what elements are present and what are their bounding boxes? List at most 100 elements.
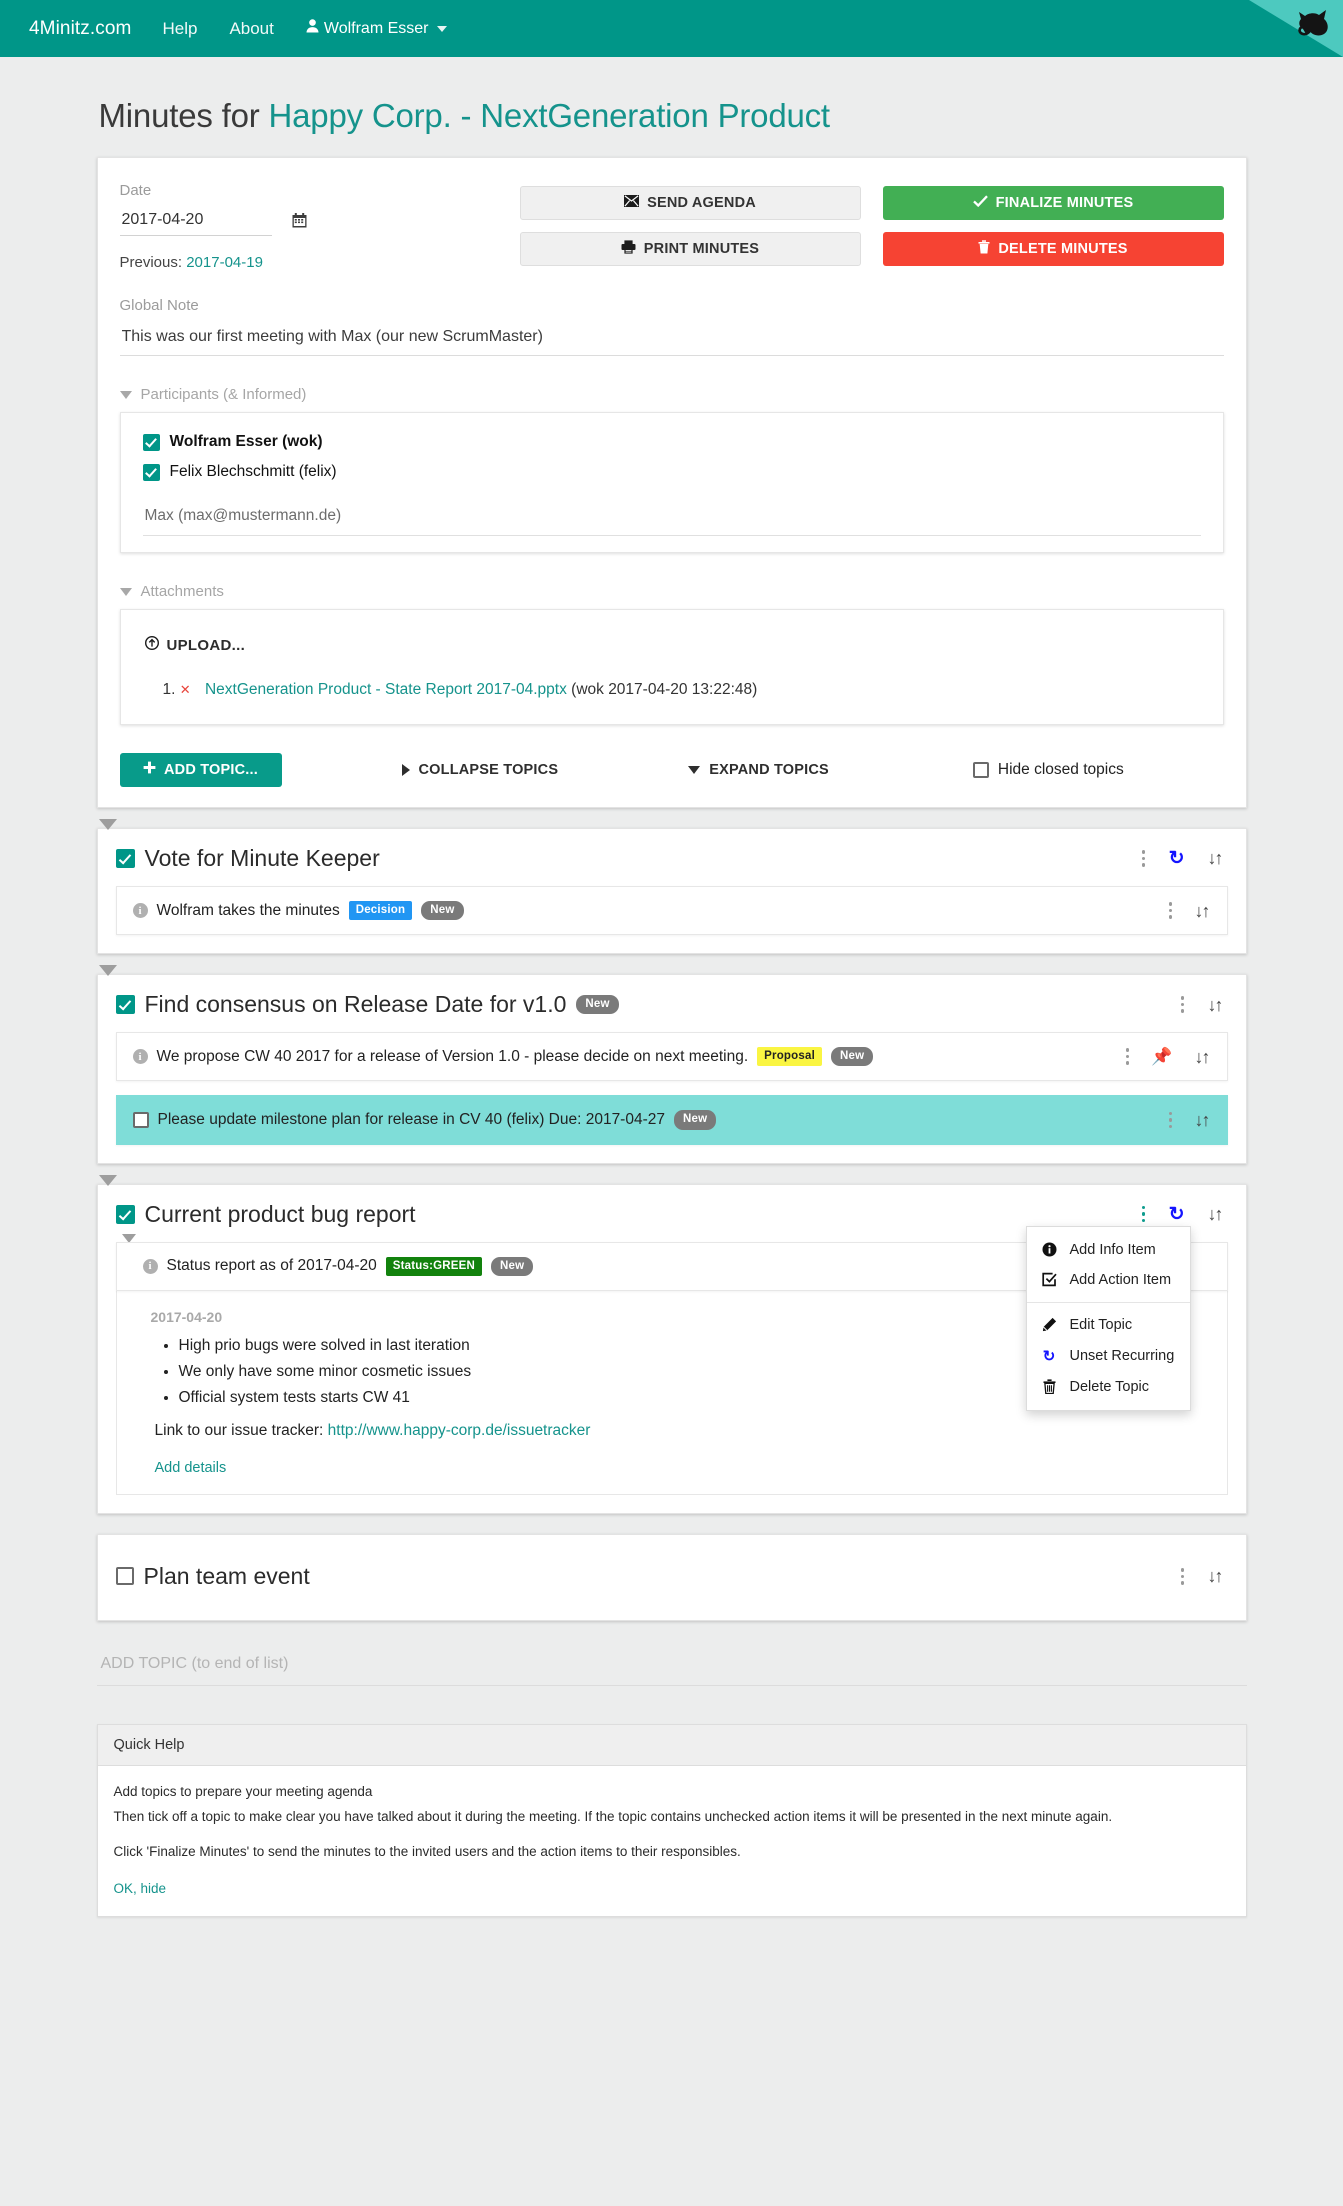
kebab-menu-icon[interactable] — [1180, 996, 1185, 1013]
attachment-filename-link[interactable]: NextGeneration Product - State Report 20… — [205, 681, 567, 698]
checkbox-checked-icon[interactable] — [115, 1204, 135, 1224]
menu-item-label: Delete Topic — [1069, 1378, 1150, 1395]
menu-item-delete-topic[interactable]: Delete Topic — [1027, 1372, 1190, 1402]
proposal-badge: Proposal — [757, 1047, 822, 1067]
sort-icon[interactable]: ↓↑ — [1208, 996, 1224, 1014]
brand-link[interactable]: 4Minitz.com — [14, 18, 146, 40]
issue-tracker-link[interactable]: http://www.happy-corp.de/issuetracker — [328, 1422, 591, 1439]
topic-block: Plan team event ↓↑ — [96, 1533, 1247, 1621]
menu-separator — [1026, 1301, 1190, 1303]
minutes-header-card: Date Previous: 2017-04-19 — [96, 157, 1247, 808]
checkbox-checked-icon[interactable] — [142, 463, 160, 481]
nav-link-about[interactable]: About — [213, 19, 289, 39]
kebab-menu-icon[interactable] — [1141, 850, 1146, 867]
date-label: Date — [119, 182, 152, 199]
printer-icon — [621, 240, 636, 258]
topic-block: Find consensus on Release Date for v1.0 … — [96, 965, 1247, 1164]
send-agenda-button[interactable]: SEND AGENDA — [519, 186, 861, 220]
add-topic-end-button[interactable]: ADD TOPIC (to end of list) — [96, 1641, 1247, 1686]
kebab-menu-icon[interactable] — [1141, 1205, 1146, 1223]
global-note-input[interactable] — [119, 324, 1224, 356]
x-icon[interactable]: ✕ — [180, 682, 191, 697]
topic-card: Plan team event ↓↑ — [96, 1533, 1247, 1621]
informed-input[interactable] — [142, 503, 1201, 536]
date-input[interactable] — [119, 209, 272, 236]
send-agenda-label: SEND AGENDA — [647, 195, 756, 211]
participant-row[interactable]: Felix Blechschmitt (felix) — [142, 463, 1201, 481]
calendar-icon[interactable] — [292, 213, 307, 236]
finalize-minutes-label: FINALIZE MINUTES — [995, 195, 1134, 211]
attachments-panel: UPLOAD... 1. ✕ NextGeneration Product - … — [119, 609, 1224, 725]
info-icon — [1041, 1242, 1058, 1257]
upload-label: UPLOAD... — [166, 636, 246, 654]
menu-item-edit-topic[interactable]: Edit Topic — [1027, 1310, 1190, 1340]
print-minutes-button[interactable]: PRINT MINUTES — [519, 232, 861, 266]
kebab-menu-icon[interactable] — [1125, 1048, 1130, 1065]
sort-icon[interactable]: ↓↑ — [1208, 1205, 1224, 1223]
checkbox-checked-icon[interactable] — [142, 433, 160, 451]
nav-link-help[interactable]: Help — [146, 19, 213, 39]
info-icon: i — [142, 1258, 158, 1274]
topic-collapse-caret[interactable] — [98, 1174, 117, 1186]
checkbox-empty-icon[interactable] — [972, 761, 989, 778]
collapse-topics-button[interactable]: COLLAPSE TOPICS — [401, 762, 559, 778]
sort-icon[interactable]: ↓↑ — [1195, 1048, 1211, 1066]
hide-closed-topics-checkbox[interactable]: Hide closed topics — [972, 761, 1124, 779]
user-menu[interactable]: Wolfram Esser — [290, 19, 464, 38]
status-badge: Status:GREEN — [385, 1256, 483, 1276]
recurring-icon[interactable]: ↻ — [1169, 1205, 1185, 1224]
item-text: We propose CW 40 2017 for a release of V… — [156, 1047, 749, 1065]
topic-title-text: Current product bug report — [144, 1200, 416, 1227]
topic-collapse-caret[interactable] — [98, 818, 117, 830]
topic-title: Vote for Minute Keeper — [115, 845, 380, 872]
triangle-down-icon — [688, 765, 701, 774]
previous-date-link[interactable]: 2017-04-19 — [186, 254, 263, 271]
menu-item-add-info-item[interactable]: Add Info Item — [1027, 1235, 1190, 1265]
topic-title: Current product bug report — [115, 1200, 416, 1228]
checkbox-empty-icon[interactable] — [115, 1567, 134, 1586]
participant-row[interactable]: Wolfram Esser (wok) — [142, 433, 1201, 451]
details-link-line: Link to our issue tracker: http://www.ha… — [155, 1422, 1205, 1440]
upload-button[interactable]: UPLOAD... — [143, 630, 256, 660]
page-title: Minutes for Happy Corp. - NextGeneration… — [97, 97, 1247, 135]
attachment-row: 1. ✕ NextGeneration Product - State Repo… — [163, 676, 1201, 704]
print-minutes-label: PRINT MINUTES — [643, 241, 760, 257]
kebab-menu-icon[interactable] — [1168, 1111, 1173, 1129]
pencil-icon — [1041, 1317, 1058, 1332]
menu-item-label: Add Info Item — [1069, 1241, 1156, 1258]
sort-icon[interactable]: ↓↑ — [1208, 849, 1224, 867]
finalize-minutes-button[interactable]: FINALIZE MINUTES — [882, 186, 1224, 220]
quick-help-hide-link[interactable]: OK, hide — [114, 1881, 167, 1896]
participants-toggle[interactable]: Participants (& Informed) — [119, 386, 1224, 403]
checkbox-checked-icon[interactable] — [115, 995, 135, 1015]
sort-icon[interactable]: ↓↑ — [1195, 1111, 1211, 1129]
new-badge: New — [576, 995, 619, 1015]
kebab-menu-icon[interactable] — [1168, 902, 1173, 919]
expand-topics-button[interactable]: EXPAND TOPICS — [688, 762, 829, 778]
item-text: Wolfram takes the minutes — [156, 901, 340, 919]
delete-minutes-button[interactable]: DELETE MINUTES — [882, 232, 1224, 266]
add-topic-button[interactable]: ADD TOPIC... — [119, 752, 282, 787]
topic-title: Find consensus on Release Date for v1.0 … — [115, 991, 619, 1018]
corner-ribbon[interactable] — [1249, 0, 1343, 57]
sort-icon[interactable]: ↓↑ — [1208, 1567, 1224, 1585]
expand-topics-label: EXPAND TOPICS — [709, 761, 829, 778]
pin-icon[interactable]: 📌 — [1151, 1048, 1172, 1065]
info-item-row: i Wolfram takes the minutes Decision New… — [115, 885, 1228, 936]
action-item-row: Please update milestone plan for release… — [115, 1095, 1228, 1145]
checkbox-checked-icon[interactable] — [115, 848, 135, 868]
attachments-toggle[interactable]: Attachments — [119, 583, 1224, 600]
recurring-icon[interactable]: ↻ — [1169, 849, 1185, 868]
kebab-menu-icon[interactable] — [1180, 1568, 1185, 1585]
menu-item-unset-recurring[interactable]: ↻ Unset Recurring — [1027, 1340, 1190, 1372]
chevron-down-icon — [437, 25, 448, 32]
attachment-list: 1. ✕ NextGeneration Product - State Repo… — [143, 676, 1201, 704]
triangle-down-icon — [119, 390, 132, 399]
topic-collapse-caret[interactable] — [98, 965, 117, 977]
menu-item-label: Add Action Item — [1069, 1271, 1172, 1288]
add-details-link[interactable]: Add details — [155, 1460, 1205, 1476]
sort-icon[interactable]: ↓↑ — [1195, 902, 1211, 920]
menu-item-add-action-item[interactable]: Add Action Item — [1027, 1265, 1190, 1295]
checkbox-empty-icon[interactable] — [132, 1111, 149, 1128]
user-name: Wolfram Esser — [323, 19, 429, 37]
